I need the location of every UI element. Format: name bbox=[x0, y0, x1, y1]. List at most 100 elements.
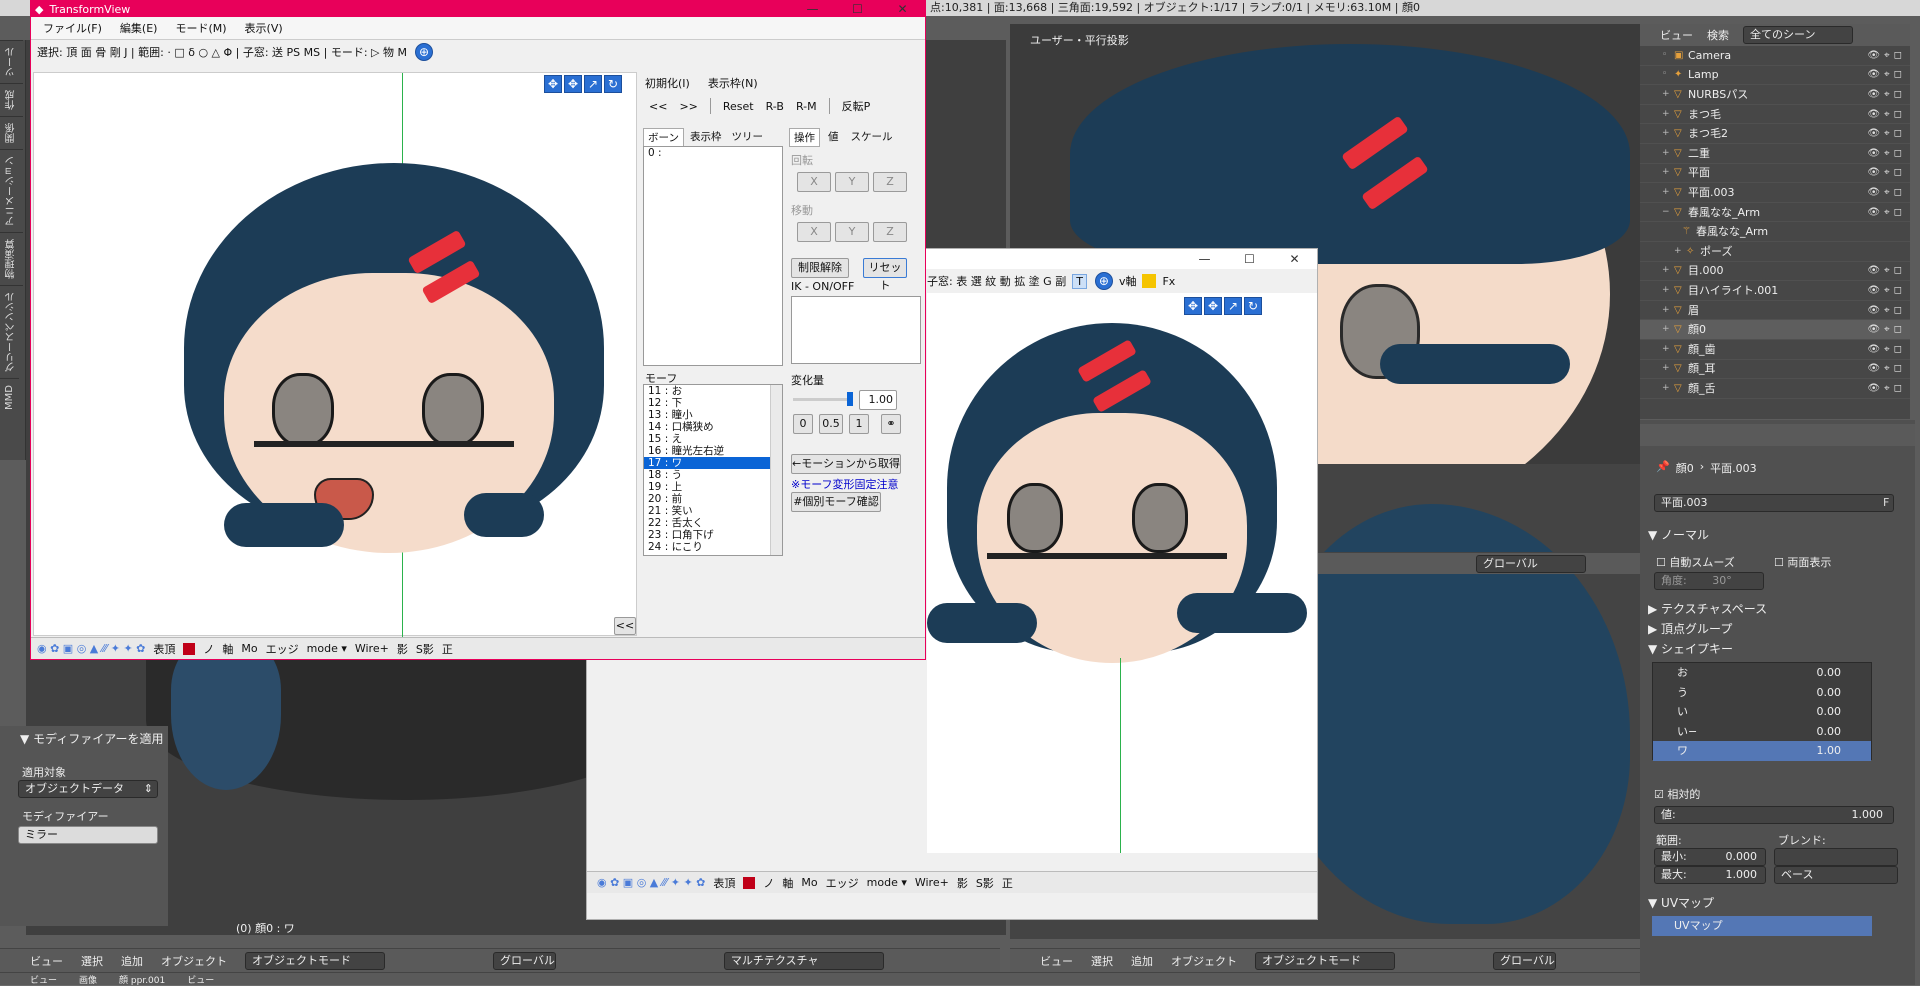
menu-add-right[interactable]: 追加 bbox=[1131, 953, 1153, 969]
minimize-button[interactable]: — bbox=[790, 0, 835, 19]
outliner-row[interactable]: + ▽ 平面 👁⌖◻ bbox=[1640, 164, 1910, 184]
rotate-y-button[interactable]: Y bbox=[835, 172, 869, 192]
pivot-select-mid[interactable]: グローバル bbox=[1476, 554, 1586, 573]
morph-item[interactable]: 13 : 瞳小 bbox=[644, 409, 782, 421]
shape-key-row[interactable]: う 0.00 bbox=[1653, 683, 1871, 703]
axis-button[interactable]: 軸 bbox=[222, 641, 233, 657]
morph-item[interactable]: 15 : え bbox=[644, 433, 782, 445]
vertex-display-button[interactable]: 表頂 bbox=[713, 875, 735, 891]
morph-list[interactable]: 11 : お 12 : 下 13 : 瞳小 14 : 口横狭め 15 : え 1… bbox=[643, 384, 783, 556]
edge-button[interactable]: エッジ bbox=[266, 641, 299, 657]
menu-display[interactable]: 表示(V) bbox=[245, 20, 283, 36]
normal-button[interactable]: ノ bbox=[203, 641, 214, 657]
outliner-row[interactable]: + ▽ 顔_耳 👁⌖◻ bbox=[1640, 360, 1910, 380]
close-button[interactable]: ✕ bbox=[1272, 249, 1317, 269]
shape-keys-section[interactable]: ▼ シェイプキー bbox=[1648, 640, 1733, 657]
menu-object-right[interactable]: オブジェクト bbox=[1171, 953, 1237, 969]
rotate-icon[interactable]: ↗ bbox=[1224, 297, 1242, 315]
outliner-row[interactable]: + ✧ ポーズ bbox=[1640, 242, 1910, 262]
tab-physics[interactable]: 物理演算 bbox=[0, 232, 23, 285]
outliner-row[interactable]: ◦ ▣ Camera 👁⌖◻ bbox=[1640, 46, 1910, 66]
mode-dropdown[interactable]: mode ▾ bbox=[867, 876, 907, 889]
vertex-groups-section[interactable]: ▶ 頂点グループ bbox=[1648, 620, 1732, 637]
unlock-limit-button[interactable]: 制限解除 bbox=[791, 258, 849, 278]
move-xy-icon[interactable]: ✥ bbox=[544, 75, 562, 93]
menu-view[interactable]: ビュー bbox=[30, 953, 63, 969]
auto-smooth-checkbox[interactable]: ☐ 自動スムーズ bbox=[1656, 554, 1735, 570]
morph-scrollbar[interactable] bbox=[770, 385, 782, 555]
tab-scale[interactable]: スケール bbox=[847, 128, 897, 147]
second-preview-canvas[interactable]: ✥ ✥ ↗ ↻ bbox=[927, 293, 1317, 853]
outliner-row-selected[interactable]: + ▽ 顔0 👁⌖◻ bbox=[1640, 320, 1910, 340]
morph-item[interactable]: 20 : 前 bbox=[644, 493, 782, 505]
reset-bone-button[interactable]: R-B bbox=[766, 100, 784, 113]
mode-select-right[interactable]: オブジェクトモード bbox=[1255, 951, 1395, 970]
maximize-button[interactable]: ☐ bbox=[1227, 249, 1272, 269]
edge-button[interactable]: エッジ bbox=[826, 875, 859, 891]
rotate-x-button[interactable]: X bbox=[797, 172, 831, 192]
menu-select-right[interactable]: 選択 bbox=[1091, 953, 1113, 969]
self-shadow-button[interactable]: S影 bbox=[976, 875, 994, 891]
morph-item-selected[interactable]: 17 : ワ bbox=[644, 457, 782, 469]
move-xz-icon[interactable]: ✥ bbox=[564, 75, 582, 93]
mo-button[interactable]: Mo bbox=[801, 876, 817, 889]
frame-menu[interactable]: 表示枠(N) bbox=[708, 75, 758, 91]
mesh-name-field[interactable]: 平面.003 bbox=[1654, 494, 1894, 512]
quick-0-button[interactable]: 0 bbox=[793, 414, 813, 434]
selection-toolbar[interactable]: 選択: 頂 面 骨 剛 J | 範囲: · □ δ ○ △ Φ | 子窓: 送 … bbox=[37, 44, 407, 60]
fake-user-button[interactable]: F bbox=[1883, 496, 1889, 509]
tab-tree[interactable]: ツリー bbox=[727, 128, 767, 147]
wire-button[interactable]: Wire+ bbox=[915, 876, 949, 889]
mode-select[interactable]: オブジェクトモード bbox=[245, 951, 385, 970]
self-shadow-button[interactable]: S影 bbox=[416, 641, 434, 657]
v-axis-button[interactable]: v軸 bbox=[1119, 273, 1137, 289]
morph-item[interactable]: 16 : 瞳光左右逆 bbox=[644, 445, 782, 457]
pin-icon[interactable]: 📌 bbox=[1656, 460, 1670, 476]
tab-mmd[interactable]: MMD bbox=[0, 378, 19, 416]
menu-file[interactable]: ファイル(F) bbox=[43, 20, 102, 36]
menu-add[interactable]: 追加 bbox=[121, 953, 143, 969]
move-y-button[interactable]: Y bbox=[835, 222, 869, 242]
morph-item[interactable]: 24 : にこり bbox=[644, 541, 782, 553]
tab-grease-pencil[interactable]: グリースペンシル bbox=[0, 285, 23, 378]
image-name-field[interactable]: 顔 ppr.001 bbox=[119, 973, 165, 986]
target-icon[interactable]: ⊕ bbox=[414, 42, 433, 61]
shadow-button[interactable]: 影 bbox=[957, 875, 968, 891]
move-xy-icon[interactable]: ✥ bbox=[1184, 297, 1202, 315]
grid-icon[interactable] bbox=[1142, 274, 1157, 288]
menu-edit[interactable]: 編集(E) bbox=[120, 20, 158, 36]
refresh-icon[interactable]: ↻ bbox=[1244, 297, 1262, 315]
outliner-row[interactable]: + ▽ 平面.003 👁⌖◻ bbox=[1640, 183, 1910, 203]
move-x-button[interactable]: X bbox=[797, 222, 831, 242]
shape-key-row[interactable]: お 0.00 bbox=[1653, 663, 1871, 683]
modifier-field[interactable]: ミラー bbox=[18, 826, 158, 844]
normal-section[interactable]: ▼ ノーマル bbox=[1648, 526, 1709, 543]
link-icon[interactable]: ⚭ bbox=[881, 414, 901, 434]
outliner-row[interactable]: + ▽ 二重 👁⌖◻ bbox=[1640, 144, 1910, 164]
fx-button[interactable]: Fx bbox=[1162, 275, 1175, 288]
outliner-view-menu[interactable]: ビュー bbox=[1660, 27, 1693, 43]
outliner-row[interactable]: + ▽ まつ毛2 👁⌖◻ bbox=[1640, 124, 1910, 144]
get-from-motion-button[interactable]: ←モーションから取得 bbox=[791, 454, 901, 474]
mo-button[interactable]: Mo bbox=[241, 642, 257, 655]
min-field[interactable]: 最小: 0.000 bbox=[1654, 848, 1766, 866]
vertex-display-button[interactable]: 表頂 bbox=[153, 641, 175, 657]
slider-thumb[interactable] bbox=[847, 392, 853, 406]
color-swatch-icon[interactable] bbox=[743, 876, 756, 889]
sub-window-controls[interactable]: 子窓: 表 選 紋 動 拡 塗 G 副 bbox=[927, 273, 1066, 289]
front-view-button[interactable]: 正 bbox=[1002, 875, 1013, 891]
reset-morph-button[interactable]: R-M bbox=[796, 100, 817, 113]
init-menu[interactable]: 初期化(I) bbox=[645, 75, 690, 91]
outliner-search-menu[interactable]: 検索 bbox=[1707, 27, 1729, 43]
axis-button[interactable]: 軸 bbox=[782, 875, 793, 891]
quick-1-button[interactable]: 1 bbox=[849, 414, 869, 434]
morph-item[interactable]: 22 : 舌太く bbox=[644, 517, 782, 529]
outliner-row[interactable]: ◦ ✦ Lamp 👁⌖◻ bbox=[1640, 66, 1910, 86]
tab-animation[interactable]: アニメーション bbox=[0, 149, 23, 232]
morph-item[interactable]: 12 : 下 bbox=[644, 397, 782, 409]
apply-target-select[interactable]: オブジェクトデータ ⇕ bbox=[18, 780, 158, 798]
rotate-icon[interactable]: ↗ bbox=[584, 75, 602, 93]
outliner-row[interactable]: + ▽ 目.000 👁⌖◻ bbox=[1640, 262, 1910, 282]
outliner-row[interactable]: − ▽ 春風なな_Arm 👁⌖◻ bbox=[1640, 203, 1910, 223]
amount-slider[interactable] bbox=[793, 392, 853, 406]
